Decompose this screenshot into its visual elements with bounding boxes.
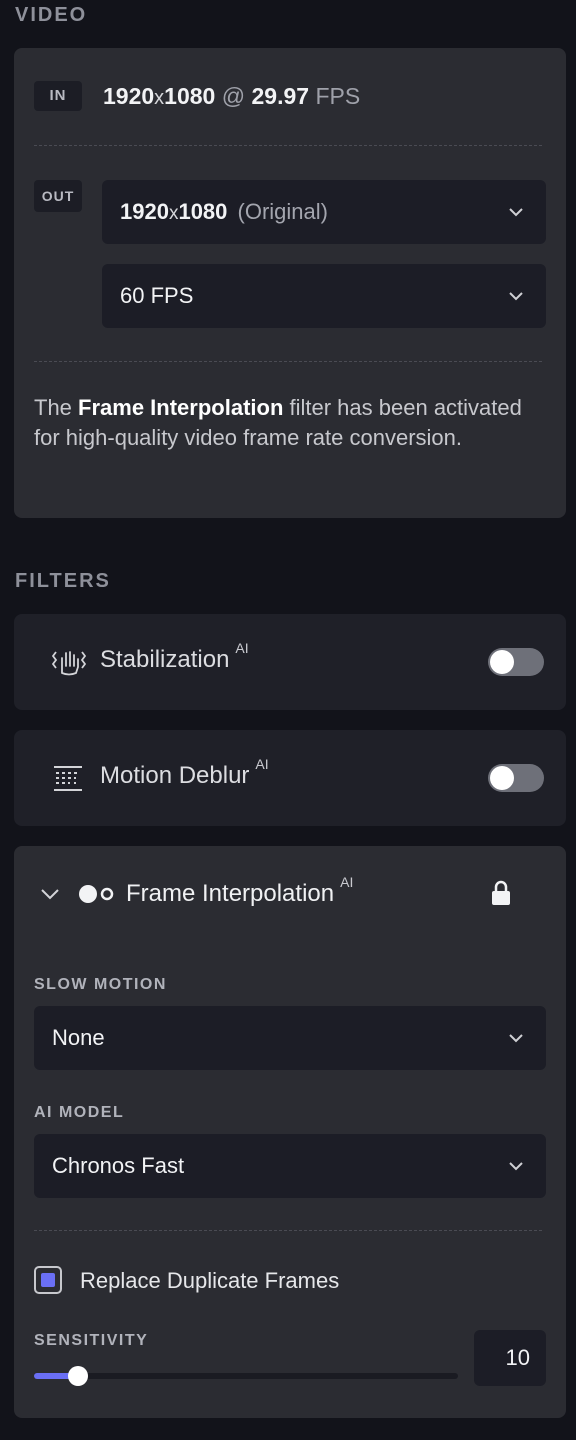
filters-section-title: FILTERS — [15, 570, 111, 592]
slow-motion-label: SLOW MOTION — [34, 976, 167, 993]
divider — [34, 145, 542, 146]
ai-model-value: Chronos Fast — [52, 1153, 185, 1178]
stabilization-hand-icon — [52, 651, 86, 676]
note-bold: Frame Interpolation — [78, 395, 284, 420]
ai-model-select[interactable]: Chronos Fast — [34, 1134, 546, 1198]
input-resolution: 1920x1080 @ 29.97 FPS — [103, 83, 360, 110]
stabilization-ai-badge: AI — [235, 640, 249, 656]
chevron-down-icon — [509, 1034, 523, 1043]
stabilization-toggle[interactable] — [488, 648, 544, 676]
input-fps-unit: FPS — [315, 83, 361, 109]
output-fps-select[interactable]: 60 FPS — [102, 264, 546, 328]
chevron-down-icon — [509, 1162, 523, 1171]
input-res-separator: x — [154, 87, 165, 109]
output-fps-value: 60 FPS — [120, 283, 194, 308]
chevron-down-icon — [509, 208, 523, 217]
collapse-chevron-icon[interactable] — [40, 886, 60, 902]
motion-deblur-label: Motion Deblur AI — [100, 756, 269, 790]
divider — [34, 361, 542, 362]
output-res-note: (Original) — [237, 199, 328, 224]
stabilization-label: Stabilization AI — [100, 640, 249, 674]
video-section-title: VIDEO — [15, 4, 88, 26]
interpolation-dots-icon — [79, 885, 114, 903]
output-width: 1920 — [120, 199, 169, 224]
in-badge: IN — [34, 81, 82, 111]
sensitivity-label: SENSITIVITY — [34, 1332, 149, 1349]
frame-interpolation-label: Frame Interpolation AI — [126, 874, 353, 908]
toggle-knob — [490, 766, 514, 790]
input-width: 1920 — [103, 83, 155, 109]
toggle-knob — [490, 650, 514, 674]
motion-deblur-toggle[interactable] — [488, 764, 544, 792]
sensitivity-slider[interactable] — [34, 1366, 458, 1386]
motion-deblur-text: Motion Deblur — [100, 762, 250, 789]
input-at: @ — [221, 83, 246, 109]
motion-deblur-filter-card[interactable]: Motion Deblur AI — [14, 730, 566, 826]
note-pre: The — [34, 395, 79, 420]
ai-model-label: AI MODEL — [34, 1104, 125, 1121]
stabilization-filter-card[interactable]: Stabilization AI — [14, 614, 566, 710]
frame-interpolation-text: Frame Interpolation — [126, 880, 335, 907]
replace-duplicates-checkbox[interactable] — [34, 1266, 62, 1294]
output-height: 1080 — [178, 199, 228, 224]
sensitivity-value-input[interactable]: 10 — [474, 1330, 546, 1386]
chevron-down-icon — [509, 292, 523, 301]
out-badge: OUT — [34, 180, 82, 212]
frame-interpolation-ai-badge: AI — [340, 874, 354, 890]
output-res-text: 1920x1080 (Original) — [120, 199, 328, 225]
input-height: 1080 — [164, 83, 216, 109]
replace-duplicates-label: Replace Duplicate Frames — [80, 1268, 340, 1293]
output-resolution-select[interactable]: 1920x1080 (Original) — [102, 180, 546, 244]
divider — [34, 1230, 542, 1231]
deblur-lines-icon — [54, 766, 82, 791]
slow-motion-value: None — [52, 1025, 105, 1050]
motion-deblur-ai-badge: AI — [255, 756, 269, 772]
slow-motion-select[interactable]: None — [34, 1006, 546, 1070]
stabilization-text: Stabilization — [100, 646, 230, 673]
lock-icon — [492, 880, 510, 905]
checkbox-fill — [41, 1273, 55, 1287]
interpolation-note: The Frame Interpolation filter has been … — [34, 393, 534, 453]
input-fps-value: 29.97 — [251, 83, 310, 109]
